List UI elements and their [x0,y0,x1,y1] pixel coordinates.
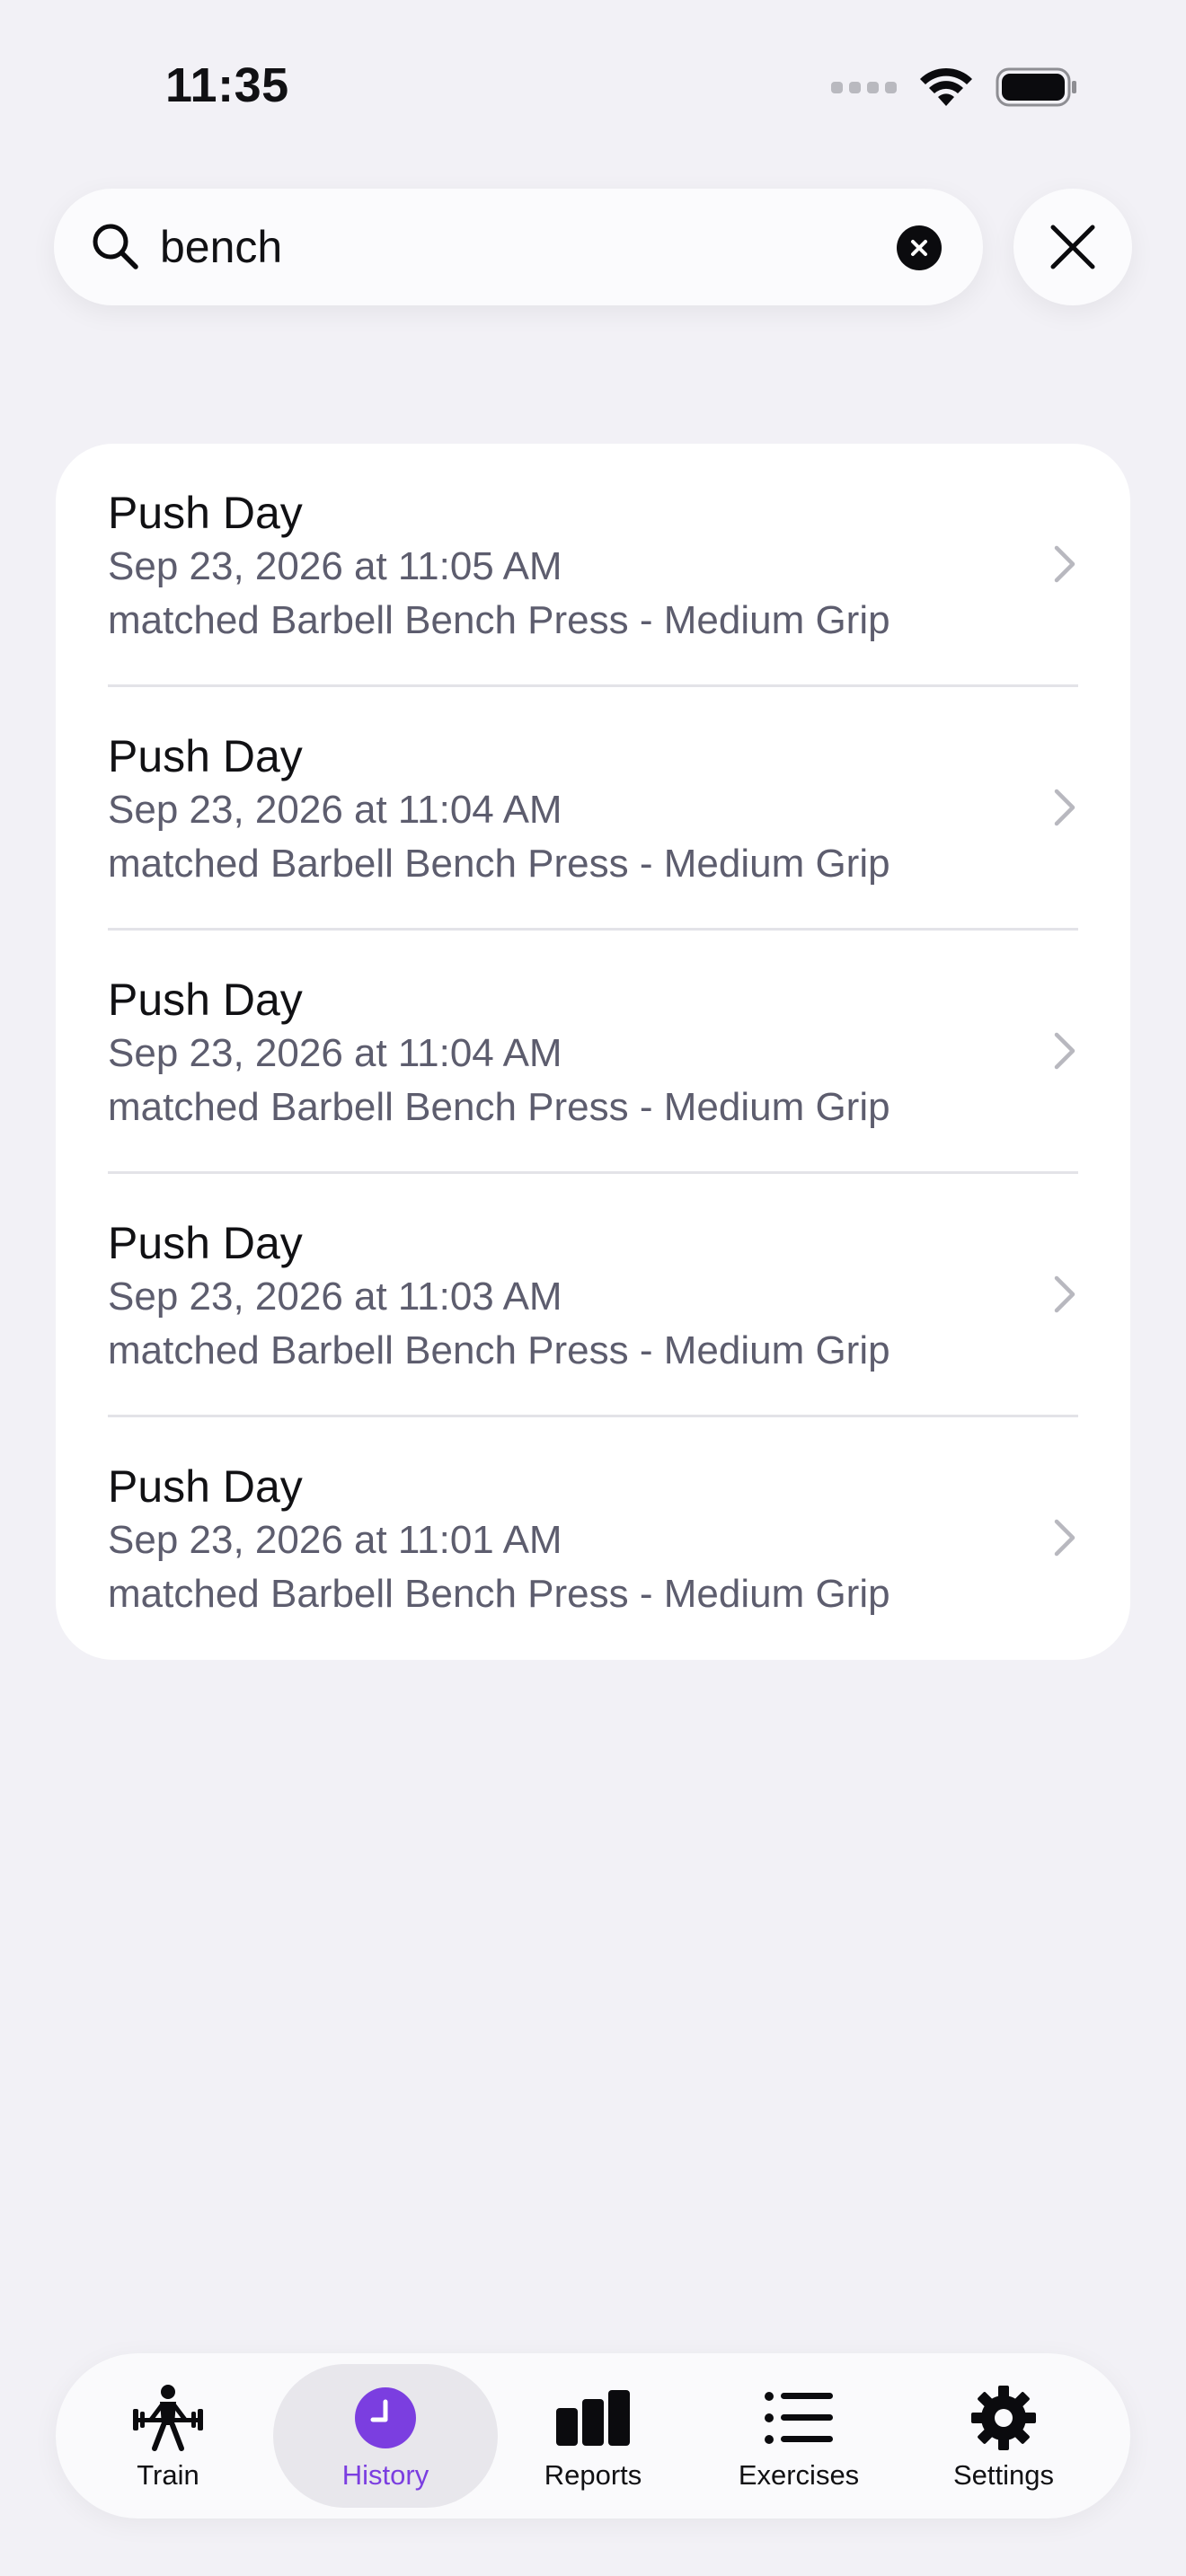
weightlifter-icon [133,2385,203,2451]
workout-title: Push Day [108,1461,303,1512]
workout-date: Sep 23, 2026 at 11:04 AM [108,788,562,832]
workout-title: Push Day [108,1218,303,1268]
match-description: matched Barbell Bench Press - Medium Gri… [108,842,890,886]
workout-date: Sep 23, 2026 at 11:03 AM [108,1275,562,1319]
clear-icon [911,240,927,256]
search-results-list: Push Day Sep 23, 2026 at 11:05 AM matche… [56,444,1130,1660]
result-row[interactable]: Push Day Sep 23, 2026 at 11:01 AM matche… [56,1417,1130,1661]
bar-chart-icon [556,2390,630,2446]
workout-title: Push Day [108,731,303,781]
battery-icon [996,67,1076,107]
tab-history[interactable]: History [273,2364,498,2508]
tab-bar: Train History Reports Exercises Settings [56,2353,1130,2519]
workout-date: Sep 23, 2026 at 11:04 AM [108,1031,562,1075]
workout-title: Push Day [108,488,303,538]
match-description: matched Barbell Bench Press - Medium Gri… [108,1572,890,1616]
chevron-right-icon [1054,1519,1075,1557]
clock-icon [355,2387,416,2448]
tab-label: Settings [952,2459,1054,2491]
search-bar[interactable] [54,189,983,305]
tab-label: Reports [544,2459,642,2491]
status-icons [831,66,1078,108]
match-description: matched Barbell Bench Press - Medium Gri… [108,1328,890,1372]
close-search-button[interactable] [1013,189,1132,305]
gear-icon [971,2386,1036,2450]
chevron-right-icon [1054,789,1075,826]
wifi-icon [920,67,972,106]
chevron-right-icon [1054,1275,1075,1313]
result-row[interactable]: Push Day Sep 23, 2026 at 11:03 AM matche… [56,1174,1130,1417]
tab-label: Train [137,2459,199,2491]
cellular-signal-icon [831,81,897,93]
workout-title: Push Day [108,975,303,1025]
tab-exercises[interactable]: Exercises [686,2364,911,2508]
chevron-right-icon [1054,1032,1075,1070]
tab-label: History [341,2459,429,2491]
list-icon [765,2392,833,2444]
match-description: matched Barbell Bench Press - Medium Gri… [108,1085,890,1129]
result-row[interactable]: Push Day Sep 23, 2026 at 11:05 AM matche… [56,444,1130,687]
tab-train[interactable]: Train [56,2364,280,2508]
tab-settings[interactable]: Settings [891,2364,1116,2508]
match-description: matched Barbell Bench Press - Medium Gri… [108,598,890,642]
workout-date: Sep 23, 2026 at 11:01 AM [108,1518,562,1562]
tab-reports[interactable]: Reports [481,2364,705,2508]
screen: 11:35 bench Push Day Sep 23, 2026 at 11:… [0,0,1186,2576]
workout-date: Sep 23, 2026 at 11:05 AM [108,544,562,588]
search-icon [93,224,138,269]
tab-label: Exercises [738,2459,860,2491]
result-row[interactable]: Push Day Sep 23, 2026 at 11:04 AM matche… [56,931,1130,1174]
clear-search-button[interactable] [897,225,942,270]
status-time: 11:35 [165,58,289,112]
search-input[interactable] [160,189,924,305]
chevron-right-icon [1054,545,1075,583]
result-row[interactable]: Push Day Sep 23, 2026 at 11:04 AM matche… [56,687,1130,931]
close-icon [1050,225,1095,269]
